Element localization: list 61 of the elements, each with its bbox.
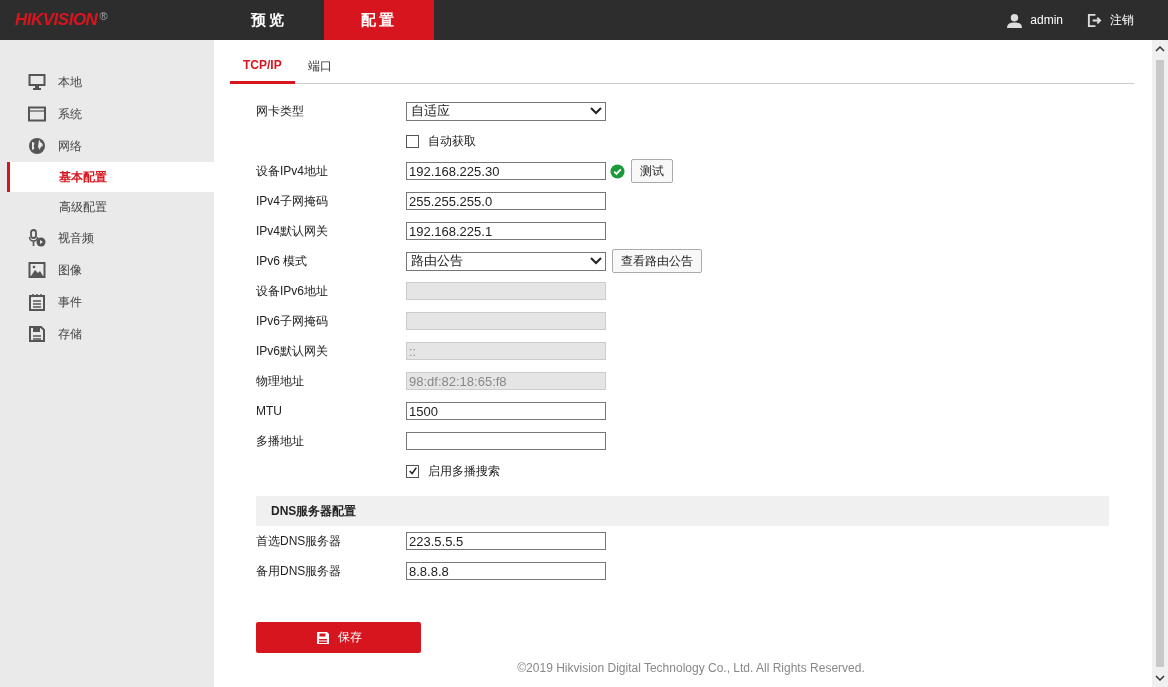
field-label: 多播地址: [256, 432, 305, 450]
chevron-down-icon: [590, 257, 602, 265]
username: admin: [1030, 13, 1063, 27]
field-label: IPv4子网掩码: [256, 192, 329, 210]
input-field[interactable]: 192.168.225.1: [406, 222, 606, 240]
field-label: MTU: [256, 404, 283, 418]
sidebar-subitem[interactable]: 基本配置: [7, 162, 214, 192]
tab[interactable]: TCP/IP: [230, 54, 295, 84]
chevron-down-icon: [590, 107, 602, 115]
dropdown[interactable]: 路由公告: [406, 251, 606, 271]
sidebar-item[interactable]: 网络: [0, 130, 214, 162]
sidebar-item[interactable]: 图像: [0, 254, 214, 286]
window-icon: [28, 105, 46, 123]
input-field[interactable]: 255.255.255.0: [406, 192, 606, 210]
field-label: 备用DNS服务器: [256, 562, 343, 580]
input-field[interactable]: 1500: [406, 402, 606, 420]
nav-tab[interactable]: 配置: [324, 0, 434, 40]
input-field[interactable]: [406, 432, 606, 450]
copyright-text: ©2019 Hikvision Digital Technology Co., Ltd. All Rights Reserved.: [516, 661, 866, 675]
field-label: IPv6子网掩码: [256, 312, 329, 330]
field-label: IPv6默认网关: [256, 342, 329, 360]
checkbox-label: 自动获取: [428, 132, 476, 150]
scroll-up-icon[interactable]: [1155, 46, 1165, 52]
save-button[interactable]: 保存: [256, 622, 421, 653]
sidebar-item[interactable]: 视音频: [0, 222, 214, 254]
input-field[interactable]: 8.8.8.8: [406, 562, 606, 580]
field-label: 首选DNS服务器: [256, 532, 343, 550]
registered-mark: ®: [99, 10, 108, 22]
logo: HIKVISION: [15, 10, 98, 30]
nav-tab[interactable]: 预览: [214, 0, 324, 40]
scroll-down-icon[interactable]: [1155, 675, 1165, 681]
field-label: IPv4默认网关: [256, 222, 329, 240]
input-field[interactable]: 192.168.225.30: [406, 162, 606, 180]
section-title: DNS服务器配置: [271, 502, 357, 520]
image-icon: [28, 261, 46, 279]
user-icon: [1007, 12, 1023, 28]
logout-icon: [1087, 12, 1102, 28]
input-field[interactable]: 223.5.5.5: [406, 532, 606, 550]
action-button[interactable]: 测试: [631, 159, 673, 183]
sidebar-item[interactable]: 事件: [0, 286, 214, 318]
microphone-play-icon: [28, 229, 46, 247]
field-label: 设备IPv4地址: [256, 162, 329, 180]
tab[interactable]: 端口: [294, 54, 345, 84]
field-label: IPv6 模式: [256, 252, 309, 270]
sidebar-item[interactable]: 本地: [0, 66, 214, 98]
field-label: 物理地址: [256, 372, 305, 390]
field-label: 设备IPv6地址: [256, 282, 329, 300]
checkbox[interactable]: [406, 464, 419, 478]
sidebar-item[interactable]: 存储: [0, 318, 214, 350]
field-label: 网卡类型: [256, 102, 305, 120]
scrollbar[interactable]: [1152, 40, 1168, 687]
logout-link[interactable]: 注销: [1110, 11, 1134, 29]
action-button[interactable]: 查看路由公告: [612, 249, 702, 273]
list-icon: [28, 293, 46, 311]
globe-icon: [28, 137, 46, 155]
monitor-icon: [28, 73, 46, 91]
checkbox[interactable]: [406, 134, 419, 148]
dropdown[interactable]: 自适应: [406, 101, 606, 121]
sidebar-subitem[interactable]: 高级配置: [7, 192, 214, 222]
sidebar-item[interactable]: 系统: [0, 98, 214, 130]
checkbox-label: 启用多播搜索: [428, 462, 500, 480]
